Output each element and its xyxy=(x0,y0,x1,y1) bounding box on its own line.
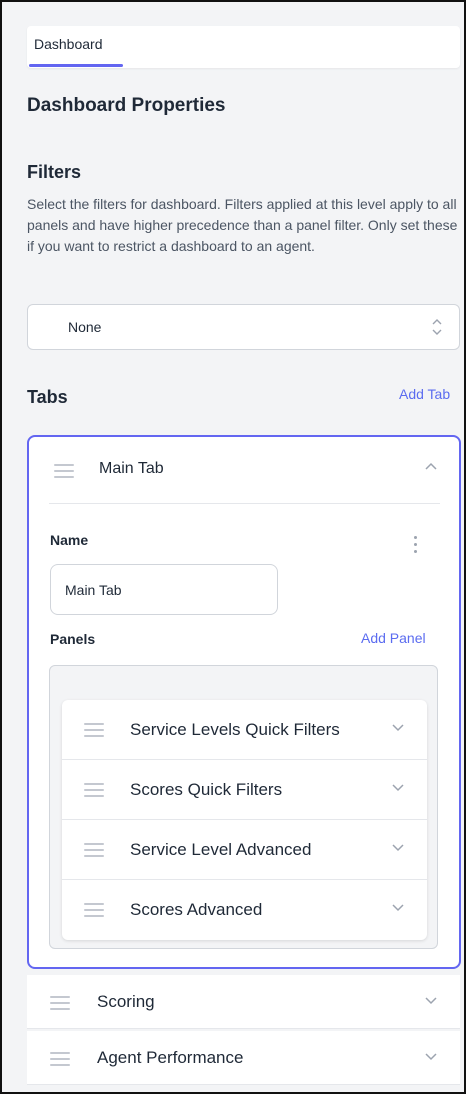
panel-row-label: Scores Advanced xyxy=(130,900,263,919)
tab-name-input[interactable] xyxy=(50,564,278,615)
panels-label: Panels xyxy=(50,631,96,647)
tabs-heading: Tabs xyxy=(27,387,68,407)
panel-row-label: Scores Quick Filters xyxy=(130,780,283,799)
panel-row[interactable]: Scores Advanced xyxy=(62,880,427,940)
panel-list: Service Levels Quick Filters Scores Quic… xyxy=(62,700,427,940)
add-tab-link[interactable]: Add Tab xyxy=(399,386,450,402)
chevron-down-icon[interactable] xyxy=(424,1051,438,1061)
properties-sidebar: Dashboard Dashboard Properties Filters S… xyxy=(0,0,466,1094)
chevron-down-icon[interactable] xyxy=(391,902,405,912)
tab-dashboard[interactable]: Dashboard xyxy=(34,36,103,52)
chevron-down-icon[interactable] xyxy=(424,995,438,1005)
panel-row-label: Service Levels Quick Filters xyxy=(130,720,340,739)
divider xyxy=(49,503,440,504)
panel-row[interactable]: Service Level Advanced xyxy=(62,820,427,880)
drag-handle-icon[interactable] xyxy=(50,1052,70,1066)
drag-handle-icon[interactable] xyxy=(84,783,104,797)
panel-row-label: Service Level Advanced xyxy=(130,840,312,859)
chevron-up-icon[interactable] xyxy=(424,461,438,471)
panel-row[interactable]: Scores Quick Filters xyxy=(62,760,427,820)
chevron-down-icon[interactable] xyxy=(391,722,405,732)
add-panel-link[interactable]: Add Panel xyxy=(361,630,426,646)
tab-card-title[interactable]: Main Tab xyxy=(99,460,164,478)
name-label: Name xyxy=(50,532,89,548)
filters-select[interactable]: None xyxy=(27,304,460,350)
panel-row[interactable]: Service Levels Quick Filters xyxy=(62,700,427,760)
chevron-down-icon[interactable] xyxy=(391,842,405,852)
tab-card-main: Main Tab Name Panels Add Panel Service L… xyxy=(27,435,461,969)
filters-select-value: None xyxy=(68,319,102,335)
top-tab-bar: Dashboard xyxy=(27,26,460,68)
page-title: Dashboard Properties xyxy=(27,95,226,116)
drag-handle-icon[interactable] xyxy=(84,903,104,917)
kebab-menu-icon[interactable] xyxy=(412,536,418,556)
chevron-down-icon[interactable] xyxy=(391,782,405,792)
drag-handle-icon[interactable] xyxy=(54,464,74,478)
tab-card-agent-performance[interactable]: Agent Performance xyxy=(27,1031,460,1085)
up-down-chevron-icon xyxy=(432,319,442,335)
panels-container: Service Levels Quick Filters Scores Quic… xyxy=(49,665,438,949)
drag-handle-icon[interactable] xyxy=(50,996,70,1010)
active-tab-indicator xyxy=(29,64,123,67)
tab-card-scoring[interactable]: Scoring xyxy=(27,975,460,1029)
drag-handle-icon[interactable] xyxy=(84,723,104,737)
filters-description: Select the filters for dashboard. Filter… xyxy=(27,196,458,254)
tab-card-title: Scoring xyxy=(97,992,155,1011)
drag-handle-icon[interactable] xyxy=(84,843,104,857)
tab-card-title: Agent Performance xyxy=(97,1048,244,1067)
filters-heading: Filters xyxy=(27,162,82,182)
